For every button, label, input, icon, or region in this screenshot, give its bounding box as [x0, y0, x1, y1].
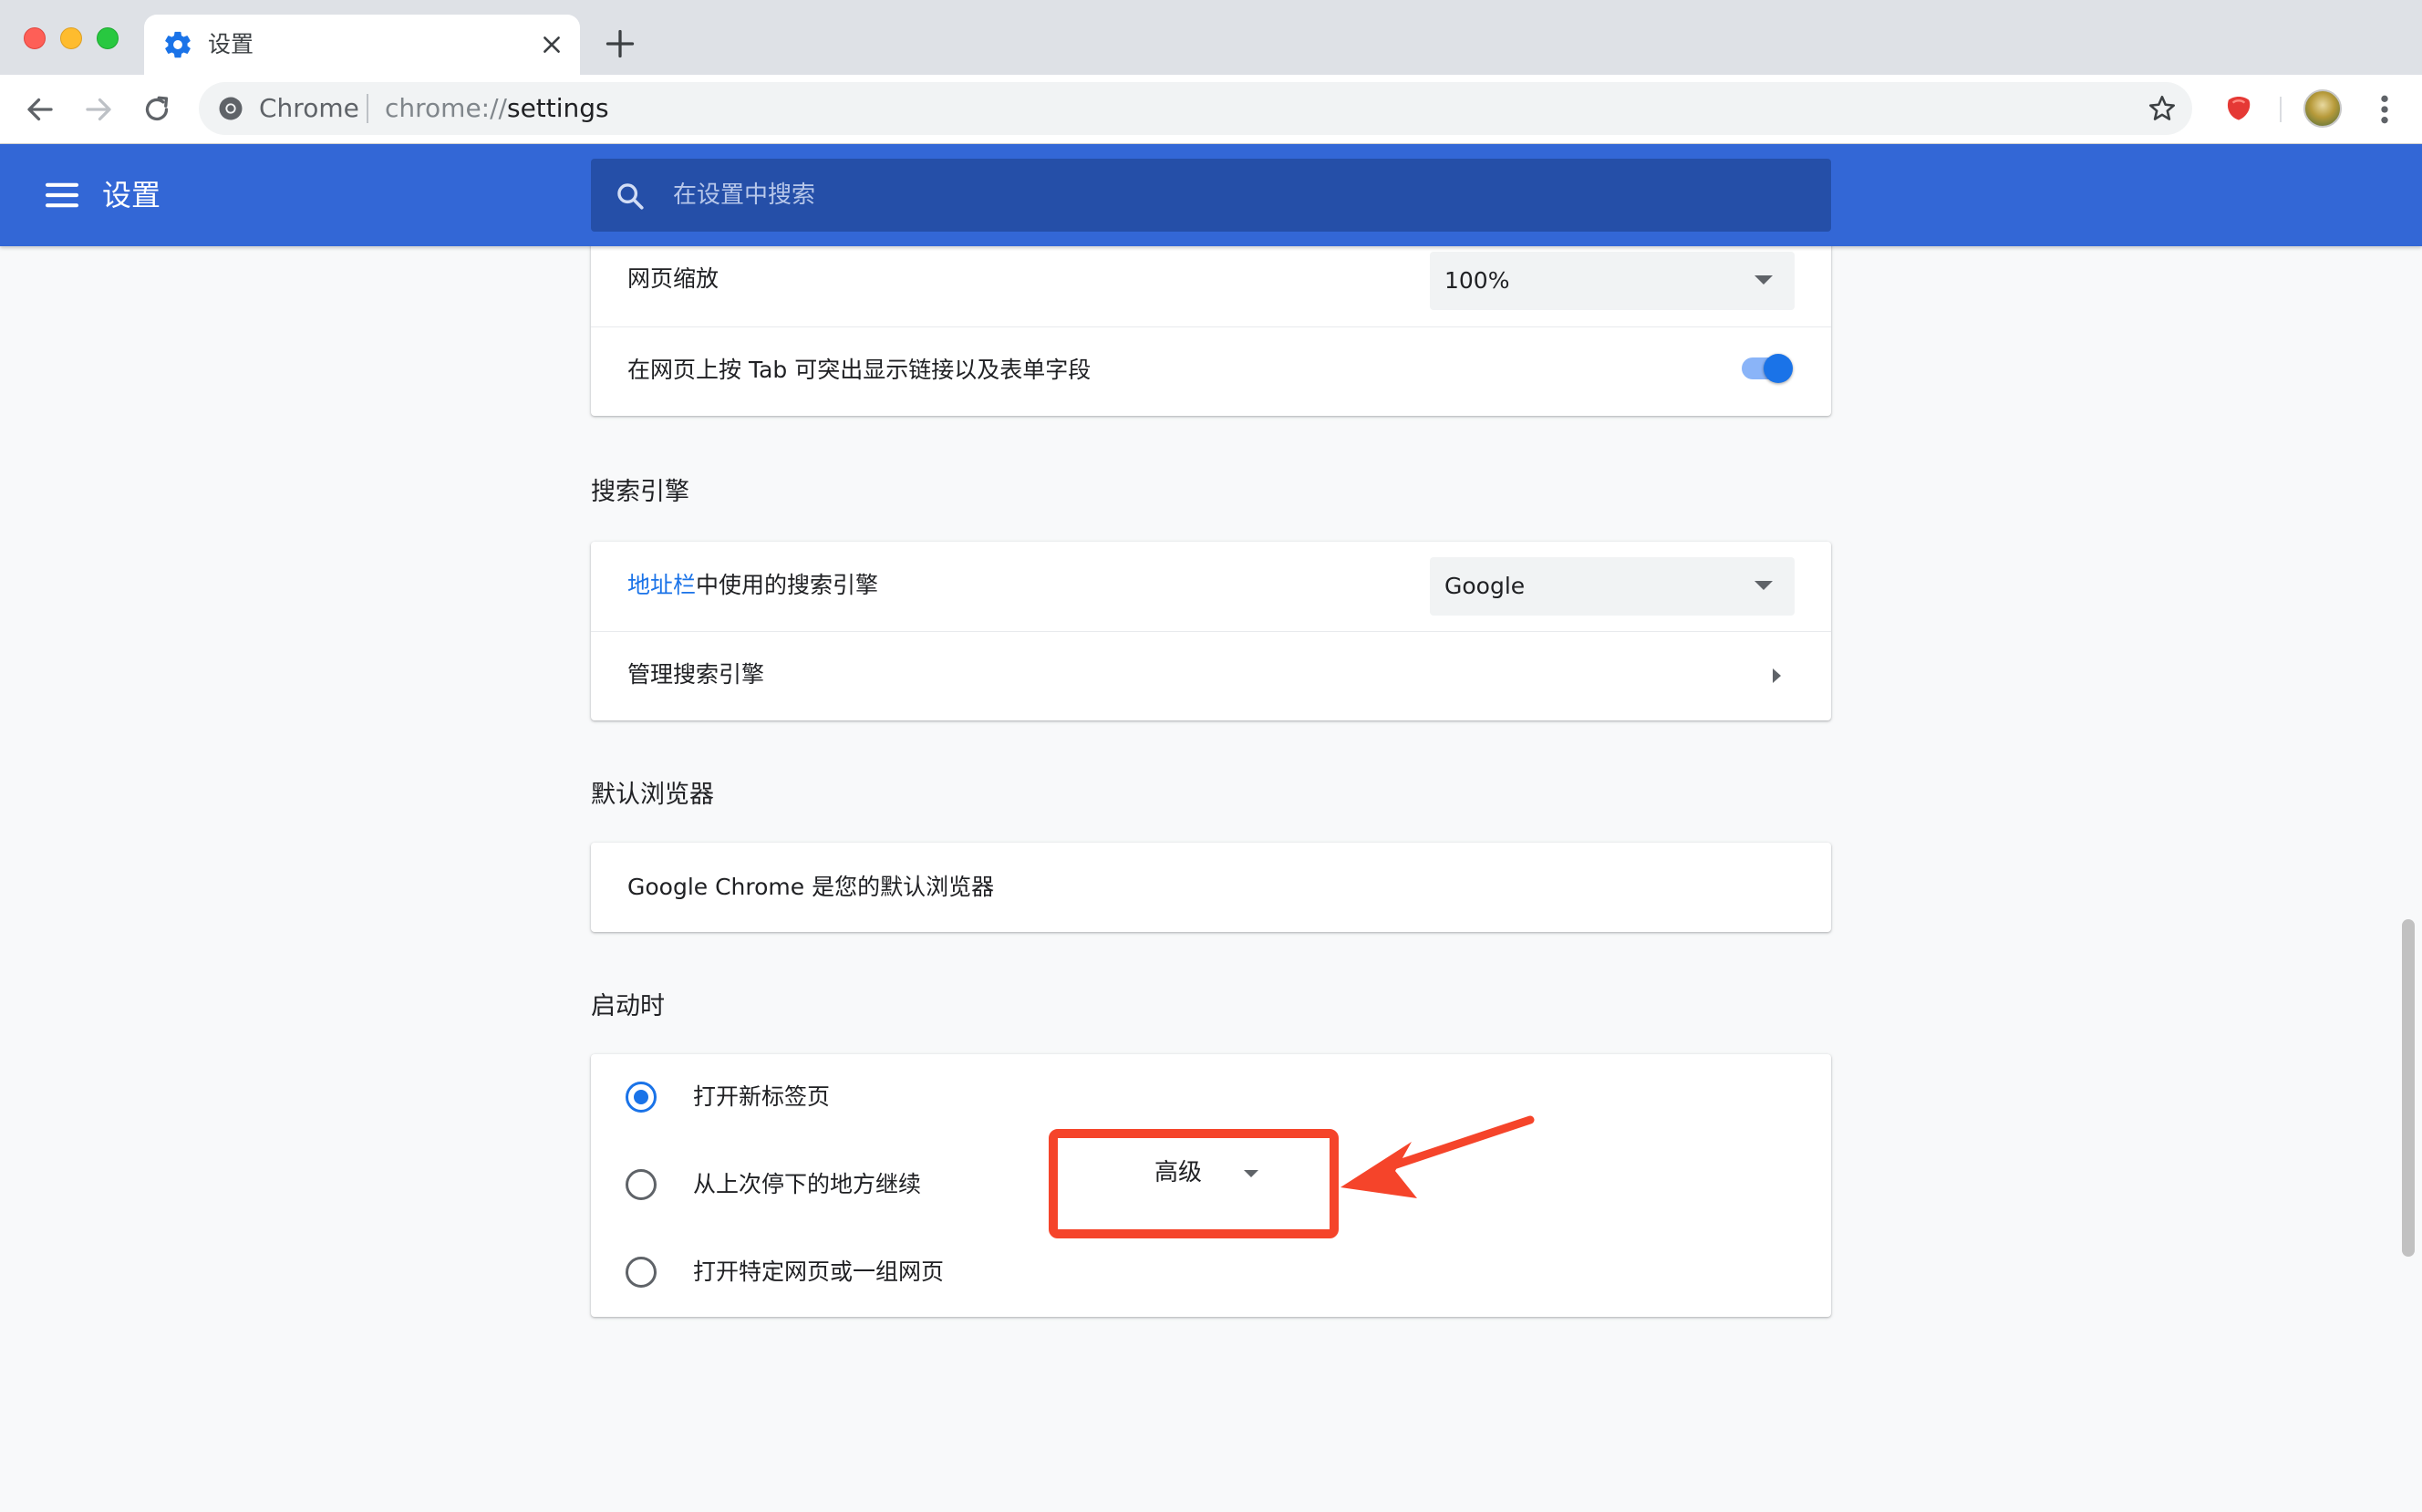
search-engine-section-title: 搜索引擎 — [591, 478, 689, 506]
browser-toolbar: Chrome chrome://settings — [0, 75, 2422, 144]
default-browser-section-title: 默认浏览器 — [591, 781, 714, 809]
manage-search-engines-row[interactable]: 管理搜索引擎 — [591, 631, 1831, 720]
omnibox-url: chrome://settings — [385, 92, 609, 125]
tab-settings[interactable]: 设置 — [144, 15, 580, 75]
settings-header: 设置 — [0, 144, 2422, 246]
minimize-window-button[interactable] — [60, 27, 82, 49]
omnibox-origin-label: Chrome — [259, 93, 359, 123]
url-scheme: chrome:// — [385, 93, 507, 123]
chevron-down-icon — [1754, 275, 1773, 285]
avatar[interactable] — [2303, 89, 2342, 128]
close-window-button[interactable] — [24, 27, 46, 49]
radio-new-tab[interactable] — [626, 1082, 657, 1113]
extension-icon[interactable] — [2221, 91, 2256, 126]
default-browser-status: Google Chrome 是您的默认浏览器 — [627, 874, 995, 900]
tab-highlight-row[interactable]: 在网页上按 Tab 可突出显示链接以及表单字段 — [591, 326, 1831, 416]
search-engine-label: 地址栏中使用的搜索引擎 — [627, 569, 878, 602]
toggle-knob[interactable] — [1764, 354, 1793, 383]
back-button[interactable] — [24, 93, 57, 126]
zoom-value: 100% — [1444, 267, 1510, 294]
address-bar-link[interactable]: 地址栏 — [627, 572, 696, 598]
url-path: settings — [506, 93, 609, 123]
manage-search-engines-label: 管理搜索引擎 — [627, 661, 765, 688]
search-engine-value: Google — [1444, 573, 1526, 599]
radio-continue[interactable] — [626, 1169, 657, 1200]
zoom-row: 网页缩放 100% — [591, 246, 1831, 326]
radio-specific-pages[interactable] — [626, 1257, 657, 1288]
chrome-icon — [219, 97, 243, 120]
reload-button[interactable] — [140, 93, 173, 126]
on-startup-section-title: 启动时 — [591, 992, 665, 1020]
zoom-select[interactable]: 100% — [1430, 252, 1795, 310]
bookmark-star-icon[interactable] — [2147, 93, 2178, 124]
annotation-highlight-box — [1049, 1129, 1339, 1238]
search-engine-select[interactable]: Google — [1430, 557, 1795, 616]
forward-button[interactable] — [82, 93, 115, 126]
gear-icon — [165, 31, 191, 58]
default-browser-card: Google Chrome 是您的默认浏览器 — [591, 843, 1831, 932]
scrollbar-thumb[interactable] — [2402, 919, 2415, 1257]
settings-content: 网页缩放 100% 在网页上按 Tab 可突出显示链接以及表单字段 搜索引擎 地… — [0, 246, 2422, 1512]
startup-option-label: 打开新标签页 — [693, 1083, 831, 1110]
scrollbar[interactable] — [2402, 146, 2415, 1266]
startup-option-label: 打开特定网页或一组网页 — [693, 1258, 945, 1285]
search-engine-row: 地址栏中使用的搜索引擎 Google — [591, 542, 1831, 631]
search-input[interactable] — [673, 159, 1804, 232]
omnibox[interactable]: Chrome chrome://settings — [199, 82, 2192, 135]
tab-strip: 设置 — [0, 0, 2422, 75]
toolbar-divider — [2280, 97, 2282, 122]
page-title: 设置 — [102, 178, 161, 212]
search-icon — [617, 183, 644, 210]
zoom-label: 网页缩放 — [627, 265, 719, 292]
chevron-down-icon — [1754, 581, 1773, 590]
settings-search[interactable] — [591, 159, 1831, 232]
startup-option-specific-pages[interactable]: 打开特定网页或一组网页 — [591, 1229, 1831, 1317]
search-engine-card: 地址栏中使用的搜索引擎 Google 管理搜索引擎 — [591, 542, 1831, 720]
annotation-arrow-icon — [1340, 1115, 1535, 1198]
tab-highlight-label: 在网页上按 Tab 可突出显示链接以及表单字段 — [627, 357, 1092, 383]
menu-icon[interactable] — [44, 181, 80, 210]
appearance-card: 网页缩放 100% 在网页上按 Tab 可突出显示链接以及表单字段 — [591, 246, 1831, 416]
chevron-right-icon — [1773, 668, 1781, 683]
new-tab-button[interactable] — [604, 27, 637, 60]
search-engine-label-rest: 中使用的搜索引擎 — [696, 572, 879, 598]
omnibox-separator — [367, 94, 368, 123]
maximize-window-button[interactable] — [97, 27, 119, 49]
tab-title: 设置 — [208, 31, 254, 57]
close-icon[interactable] — [540, 33, 564, 57]
startup-option-label: 从上次停下的地方继续 — [693, 1171, 922, 1197]
more-menu-icon[interactable] — [2371, 91, 2398, 128]
